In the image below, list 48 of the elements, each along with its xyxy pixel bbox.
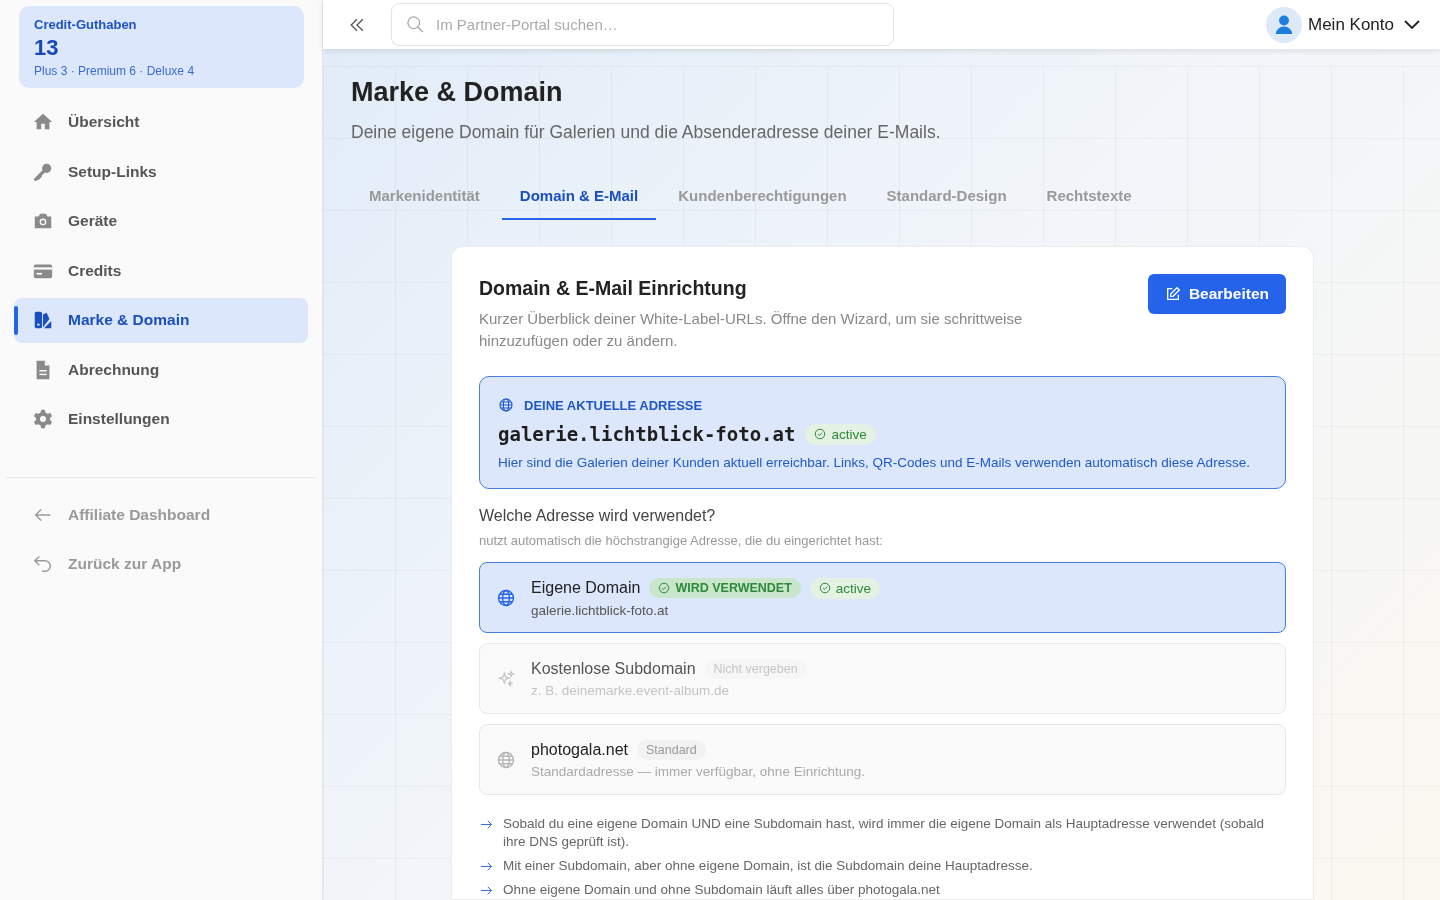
sidebar-item[interactable]: Übersicht [14,100,308,145]
address-option[interactable]: photogala.net Standard Standardadresse — immer verfügbar, ohne Einrichtung. [479,724,1286,795]
credit-breakdown: Plus 3 · Premium 6 · Deluxe 4 [34,64,196,78]
globe-icon [496,587,516,608]
chevron-down-icon [1404,20,1420,29]
domain-address: galerie.lichtblick-foto.at [498,423,796,445]
check-circle-icon [814,428,827,440]
sparkle-icon [496,668,516,689]
section-heading: Welche Adresse wird verwendet? [479,507,717,525]
tab[interactable]: Domain & E-Mail [501,175,657,220]
section-label: DEINE AKTUELLE ADRESSE [524,397,703,413]
status-badge: WIRD VERWENDET [649,578,801,598]
address-option[interactable]: Eigene Domain WIRD VERWENDET active galerie.lichtblick-foto.at [479,562,1286,633]
rule-text: Sobald du eine eigene Domain UND eine Subdomain hast, wird immer die eigene Domain als Hauptadresse verwendet (sobald ihre DNS geprüft ist). [503,815,1265,851]
rule-text: Ohne eigene Domain und ohne Subdomain läuft alles über photogala.net [503,881,940,899]
option-name: Eigene Domain [531,579,641,597]
option-name: photogala.net [531,741,628,759]
sidebar-item[interactable]: Einstellungen [14,397,308,442]
sidebar-item[interactable]: Credits [14,248,308,293]
globe-icon [498,395,514,415]
sidebar-item[interactable]: Abrechnung [14,347,308,392]
check-circle-icon [818,582,831,594]
status-badge: Standard [637,740,706,760]
globe-icon [496,749,516,770]
credit-value: 13 [34,35,60,61]
page-title: Marke & Domain [351,77,564,108]
sidebar-item[interactable]: Geräte [14,199,308,244]
search-field[interactable]: Im Partner-Portal suchen… [391,3,894,46]
settings-icon [32,408,54,431]
info-text: Hier sind die Galerien deiner Kunden aktuell erreichbar. Links, QR-Codes und E-Mails verwenden automatisch diese Adresse. [498,455,1251,470]
option-name: Kostenlose Subdomain [531,660,696,678]
option-detail: galerie.lichtblick-foto.at [531,602,670,618]
avatar-icon [1266,6,1302,43]
edit-icon [1164,286,1181,302]
status-badge: active [809,577,881,599]
option-detail: Standardadresse — immer verfügbar, ohne Einrichtung. [531,764,865,779]
status-badge: active [805,423,876,445]
card-description: Kurzer Überblick deiner White-Label-URLs. Öffne den Wizard, um sie schrittweise hinzuzufügen oder zu ändern. [479,309,1024,351]
page-subtitle: Deine eigene Domain für Galerien und die Absenderadresse deiner E-Mails. [351,122,942,143]
card-title: Domain & E-Mail Einrichtung [479,277,748,300]
check-circle-icon [658,582,671,594]
rule-text: Mit einer Subdomain, aber ohne eigene Domain, ist die Subdomain deine Hauptadresse. [503,857,1033,875]
credit-label: Credit-Guthaben [34,17,138,32]
edit-button[interactable]: Bearbeiten [1147,274,1286,314]
sidebar-item[interactable]: Marke & Domain [14,298,308,343]
sidebar-item[interactable]: Setup-Links [14,149,308,194]
hint-text: nutzt automatisch die höchstrangige Adresse, die du eingerichtet hast: [479,533,884,548]
account-menu[interactable]: Mein Konto [1266,6,1420,43]
